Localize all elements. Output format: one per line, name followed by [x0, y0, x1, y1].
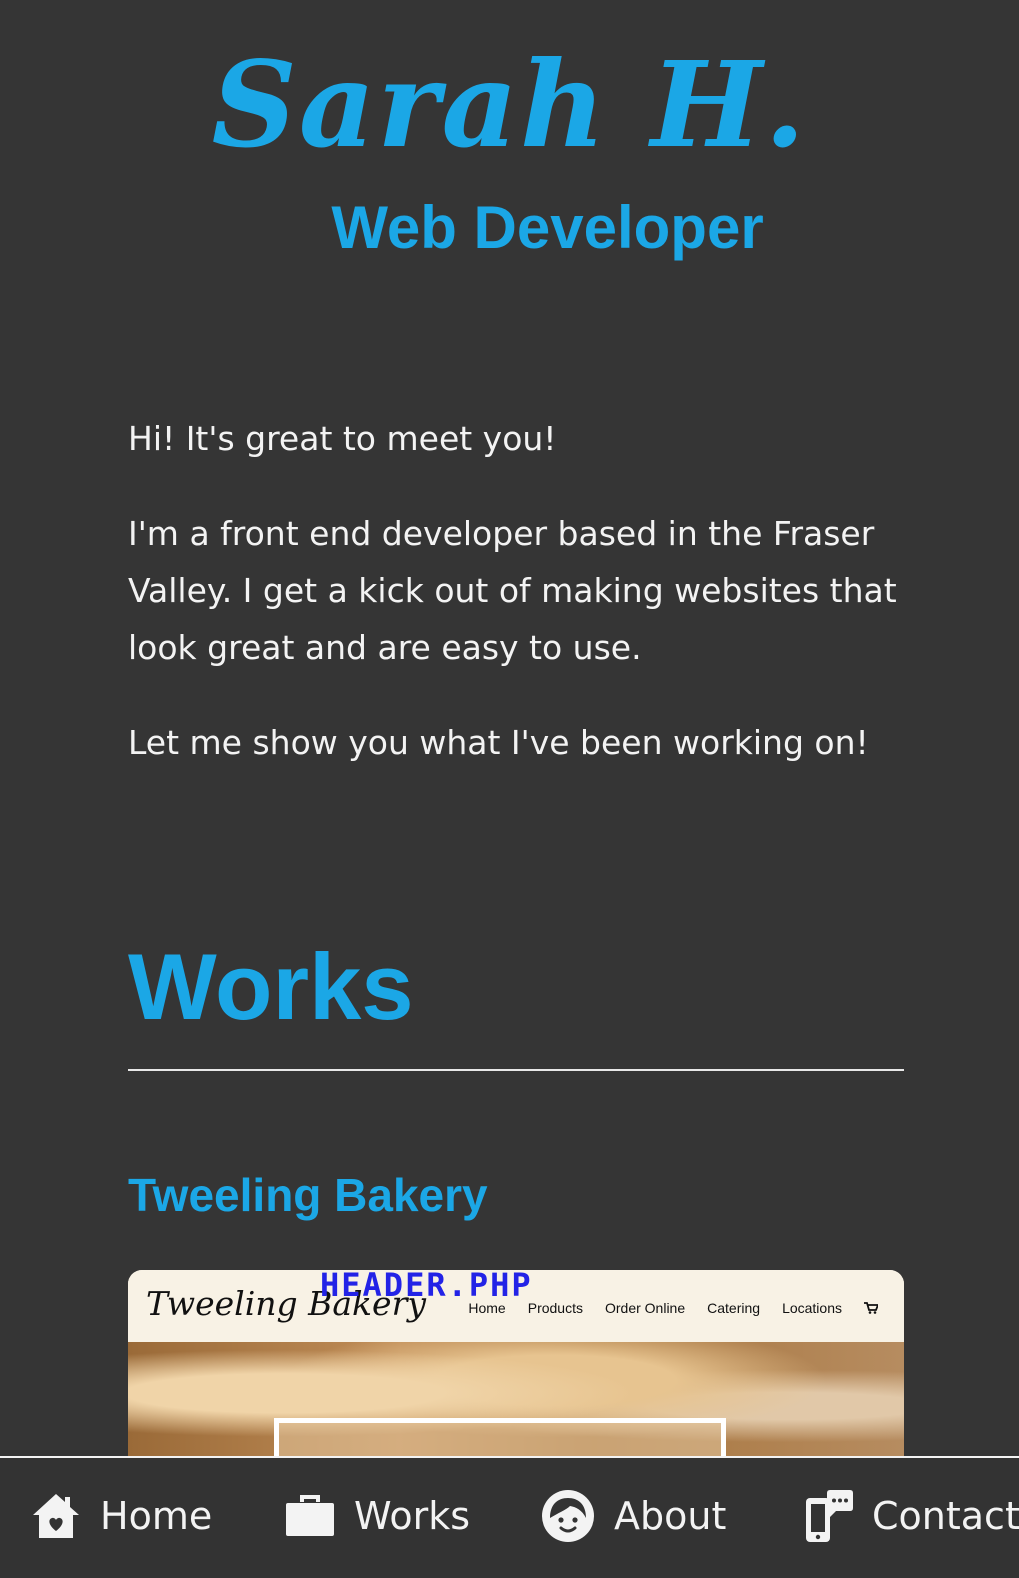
site-title: Sarah H.: [211, 35, 808, 174]
nav-contact-label: Contact: [872, 1494, 1019, 1538]
intro-cta: Let me show you what I've been working o…: [128, 723, 869, 762]
briefcase-icon: [286, 1495, 334, 1536]
screenshot-overlay-label: HEADER.PHP: [320, 1270, 533, 1304]
project-title[interactable]: Tweeling Bakery: [128, 1166, 488, 1224]
house-heart-icon: [33, 1494, 79, 1538]
intro-greeting: Hi! It's great to meet you!: [128, 419, 557, 458]
intro-description: I'm a front end developer based in the F…: [128, 514, 897, 667]
nav-about-label: About: [614, 1494, 727, 1538]
screenshot-nav-item: Products: [527, 1300, 583, 1316]
project-screenshot[interactable]: Tweeling Bakery HEADER.PHP Home Products…: [128, 1270, 904, 1470]
site-subtitle: Web Developer: [331, 194, 764, 261]
screenshot-nav: Home Products Order Online Catering Loca…: [468, 1300, 878, 1316]
nav-about[interactable]: About: [540, 1484, 726, 1548]
nav-home[interactable]: Home: [30, 1484, 212, 1548]
nav-home-label: Home: [100, 1494, 213, 1538]
screenshot-nav-item: Locations: [782, 1300, 842, 1316]
screenshot-nav-item: Catering: [707, 1300, 761, 1316]
cart-icon: [864, 1302, 878, 1314]
screenshot-nav-item: Home: [468, 1300, 506, 1316]
screenshot-header: Tweeling Bakery HEADER.PHP Home Products…: [128, 1270, 904, 1342]
works-heading: Works: [128, 934, 414, 1039]
screenshot-nav-item: Order Online: [604, 1300, 686, 1316]
nav-works-label: Works: [354, 1494, 471, 1538]
phone-chat-icon: [806, 1490, 853, 1542]
works-divider: [128, 1069, 904, 1071]
intro-section: Hi! It's great to meet you! I'm a front …: [128, 410, 903, 809]
nav-works[interactable]: Works: [284, 1484, 470, 1548]
face-icon: [542, 1490, 594, 1542]
bottom-nav: Home Works About Contact: [0, 1456, 1019, 1578]
nav-contact[interactable]: Contact: [804, 1484, 1019, 1548]
